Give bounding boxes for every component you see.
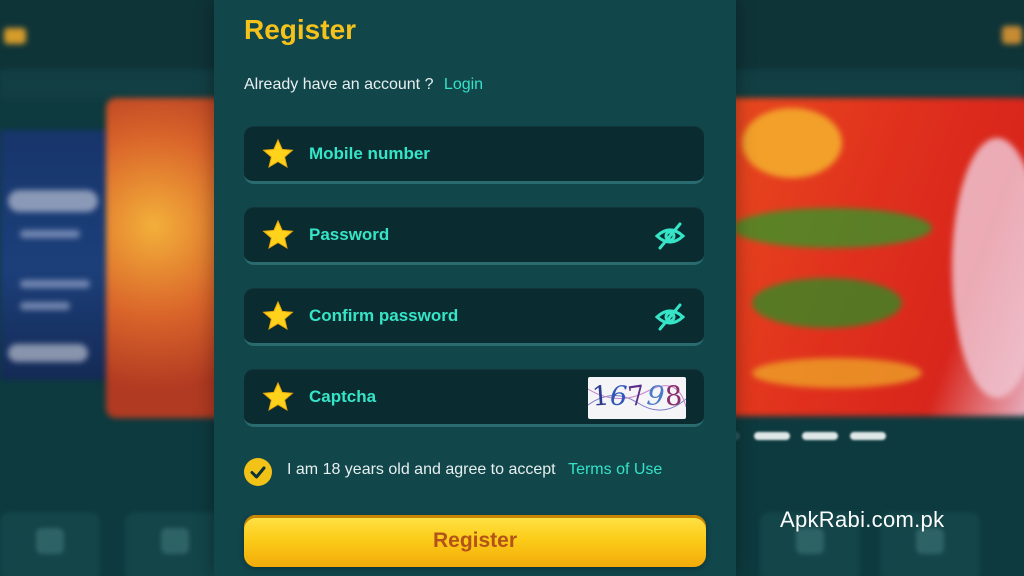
star-icon: [262, 300, 294, 331]
star-icon: [262, 219, 294, 250]
eye-off-icon[interactable]: [654, 302, 686, 332]
background-logo: [4, 28, 26, 44]
captcha-image[interactable]: 16798: [588, 377, 686, 419]
mobile-number-field[interactable]: Mobile number: [244, 126, 704, 184]
agreement-row: I am 18 years old and agree to accept Te…: [287, 461, 662, 479]
star-icon: [262, 138, 294, 169]
background-banner-right: [722, 98, 1024, 416]
captcha-field[interactable]: Captcha 16798: [244, 369, 704, 427]
password-label: Password: [309, 225, 390, 244]
register-panel: Register Already have an account ? Login…: [214, 0, 736, 576]
password-field[interactable]: Password: [244, 207, 704, 265]
captcha-label: Captcha: [309, 387, 377, 406]
star-icon: [262, 381, 294, 412]
background-corner-icon: [1002, 26, 1022, 44]
agreement-text: I am 18 years old and agree to accept: [287, 461, 556, 478]
background-banner-promo: [106, 98, 226, 418]
confirm-password-field[interactable]: Confirm password: [244, 288, 704, 346]
background-banner-left: [0, 130, 120, 380]
captcha-code: 16798: [590, 379, 684, 414]
watermark-text: ApkRabi.com.pk: [780, 507, 945, 532]
login-link[interactable]: Login: [444, 76, 483, 93]
agree-checkbox[interactable]: [244, 458, 272, 486]
checkmark-icon: [250, 466, 266, 479]
captcha-value: 16798: [590, 379, 684, 414]
mobile-number-label: Mobile number: [309, 144, 430, 163]
account-prompt-row: Already have an account ? Login: [244, 76, 483, 94]
eye-off-icon[interactable]: [654, 221, 686, 251]
terms-of-use-link[interactable]: Terms of Use: [568, 461, 662, 478]
page-title: Register: [244, 14, 357, 45]
account-prompt-text: Already have an account ?: [244, 76, 434, 93]
register-button[interactable]: Register: [244, 515, 706, 567]
confirm-password-label: Confirm password: [309, 306, 459, 325]
